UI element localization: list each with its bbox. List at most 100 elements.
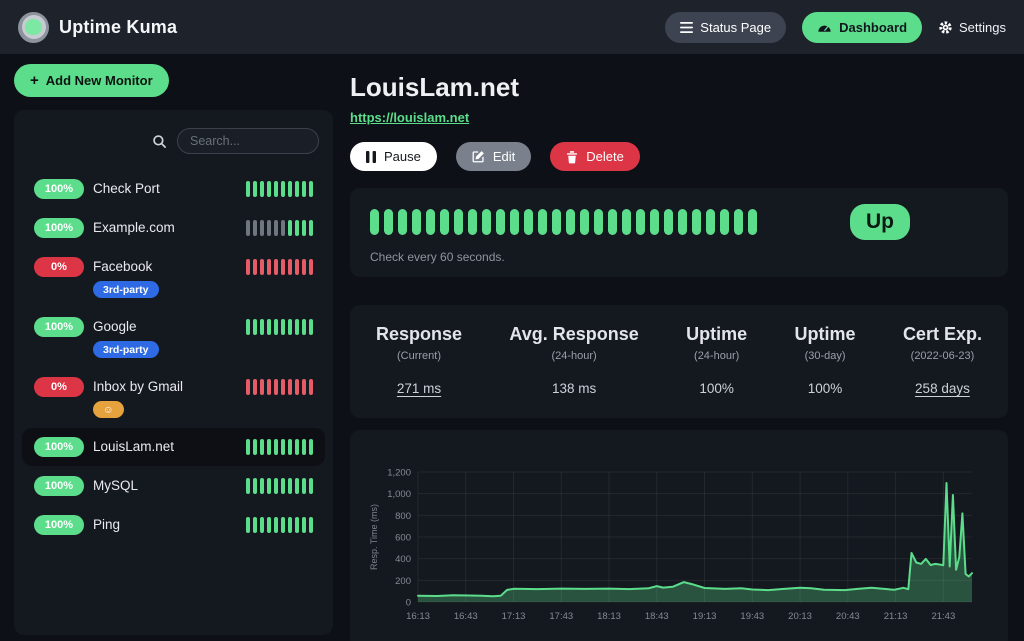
heartbeat-bar [552, 209, 561, 235]
heartbeat-bar [260, 259, 264, 275]
brand-title: Uptime Kuma [59, 17, 177, 38]
heartbeat-bar [253, 319, 257, 335]
heartbeat-bar [295, 181, 299, 197]
svg-text:19:13: 19:13 [693, 611, 717, 622]
heartbeat-bar [309, 319, 313, 335]
trash-icon [566, 150, 578, 164]
search-icon [152, 134, 167, 149]
heartbeat-bar [274, 379, 278, 395]
heartbeat-bar [267, 220, 271, 236]
gear-icon [938, 20, 953, 35]
svg-text:1,200: 1,200 [387, 468, 411, 479]
heartbeat-bar [302, 379, 306, 395]
svg-text:200: 200 [395, 576, 411, 587]
edit-button[interactable]: Edit [456, 142, 531, 171]
heartbeat-bar [246, 319, 250, 335]
stat-label: Avg. Response [509, 324, 638, 345]
pause-icon [366, 151, 376, 163]
monitor-list-item[interactable]: 100% Example.com [22, 209, 325, 247]
monitor-list-card: 100% Check Port 100% Example.com 0% Face… [14, 110, 333, 635]
heartbeat-bar [440, 209, 449, 235]
monitor-name: Ping [93, 515, 120, 535]
heartbeat-bar [295, 478, 299, 494]
status-page-button[interactable]: Status Page [665, 12, 786, 43]
stat-label: Response [376, 324, 462, 345]
heartbeat-bar [246, 379, 250, 395]
stat-value: 100% [795, 381, 856, 396]
pause-button[interactable]: Pause [350, 142, 437, 171]
heartbeat-bar [274, 517, 278, 533]
edit-pencil-icon [472, 150, 485, 163]
monitor-list-item[interactable]: 0% Inbox by Gmail ☺ [22, 368, 325, 427]
heartbeat-bar [295, 259, 299, 275]
heartbeat-bar [260, 379, 264, 395]
heartbeat-bar [454, 209, 463, 235]
dashboard-button[interactable]: Dashboard [802, 12, 922, 43]
heartbeat-bar [253, 478, 257, 494]
heartbeat-bar [288, 478, 292, 494]
monitor-url-link[interactable]: https://louislam.net [350, 110, 469, 125]
svg-text:Resp. Time (ms): Resp. Time (ms) [369, 504, 379, 570]
monitor-name: Check Port [93, 179, 160, 199]
heartbeat-bar [412, 209, 421, 235]
stat-label: Uptime [795, 324, 856, 345]
svg-text:18:43: 18:43 [645, 611, 669, 622]
monitor-list-item[interactable]: 100% Check Port [22, 170, 325, 208]
svg-text:17:13: 17:13 [502, 611, 526, 622]
search-row [22, 118, 325, 170]
monitor-list-item[interactable]: 100% Ping [22, 506, 325, 544]
brand-home-link[interactable]: Uptime Kuma [18, 12, 177, 43]
monitor-list-item[interactable]: 0% Facebook 3rd-party [22, 248, 325, 307]
heartbeat-mini-bars [246, 478, 313, 494]
delete-button[interactable]: Delete [550, 142, 640, 171]
settings-label: Settings [959, 20, 1006, 35]
main-content: LouisLam.net https://louislam.net Pause … [350, 64, 1008, 641]
heartbeat-bar [302, 439, 306, 455]
add-new-monitor-button[interactable]: + Add New Monitor [14, 64, 169, 97]
stat-value: 138 ms [509, 381, 638, 396]
heartbeat-bar [594, 209, 603, 235]
heartbeat-bar [288, 319, 292, 335]
heartbeat-bar [309, 517, 313, 533]
heartbeat-bar [274, 478, 278, 494]
heartbeat-bar [246, 478, 250, 494]
heartbeat-bar [295, 319, 299, 335]
heartbeat-bar [288, 379, 292, 395]
uptime-percent-badge: 100% [34, 179, 84, 199]
uptime-kuma-logo-icon [18, 12, 49, 43]
heartbeat-bar [678, 209, 687, 235]
heartbeat-card: Up Check every 60 seconds. [350, 188, 1008, 277]
svg-text:1,000: 1,000 [387, 489, 411, 500]
heartbeat-bar [267, 379, 271, 395]
stat-period: (Current) [376, 350, 462, 362]
monitor-tags: ☺ [93, 401, 183, 418]
heartbeat-bar [260, 478, 264, 494]
heartbeat-bar [260, 319, 264, 335]
monitor-tag: 3rd-party [93, 281, 159, 298]
monitor-list: 100% Check Port 100% Example.com 0% Face… [22, 170, 325, 544]
heartbeat-mini-bars [246, 379, 313, 395]
svg-text:400: 400 [395, 554, 411, 565]
sidebar: + Add New Monitor 100% Check Port 100% E… [14, 64, 333, 641]
heartbeat-bar [664, 209, 673, 235]
heartbeat-bar [295, 517, 299, 533]
settings-button[interactable]: Settings [938, 20, 1006, 35]
heartbeat-bar [295, 379, 299, 395]
monitor-list-item[interactable]: 100% Google 3rd-party [22, 308, 325, 367]
heartbeat-bar [246, 439, 250, 455]
svg-text:16:43: 16:43 [454, 611, 478, 622]
heartbeat-bar [260, 517, 264, 533]
monitor-list-item[interactable]: 100% LouisLam.net [22, 428, 325, 466]
svg-text:18:13: 18:13 [597, 611, 621, 622]
stat-label: Uptime [686, 324, 747, 345]
stat-item: Uptime (24-hour) 100% [686, 324, 747, 396]
add-monitor-label: Add New Monitor [46, 73, 153, 88]
uptime-percent-badge: 100% [34, 317, 84, 337]
heartbeat-bar [281, 220, 285, 236]
svg-text:17:43: 17:43 [549, 611, 573, 622]
monitor-list-item[interactable]: 100% MySQL [22, 467, 325, 505]
heartbeat-bar [253, 379, 257, 395]
heartbeat-bar [246, 220, 250, 236]
search-input[interactable] [177, 128, 319, 154]
heartbeat-bar [309, 259, 313, 275]
